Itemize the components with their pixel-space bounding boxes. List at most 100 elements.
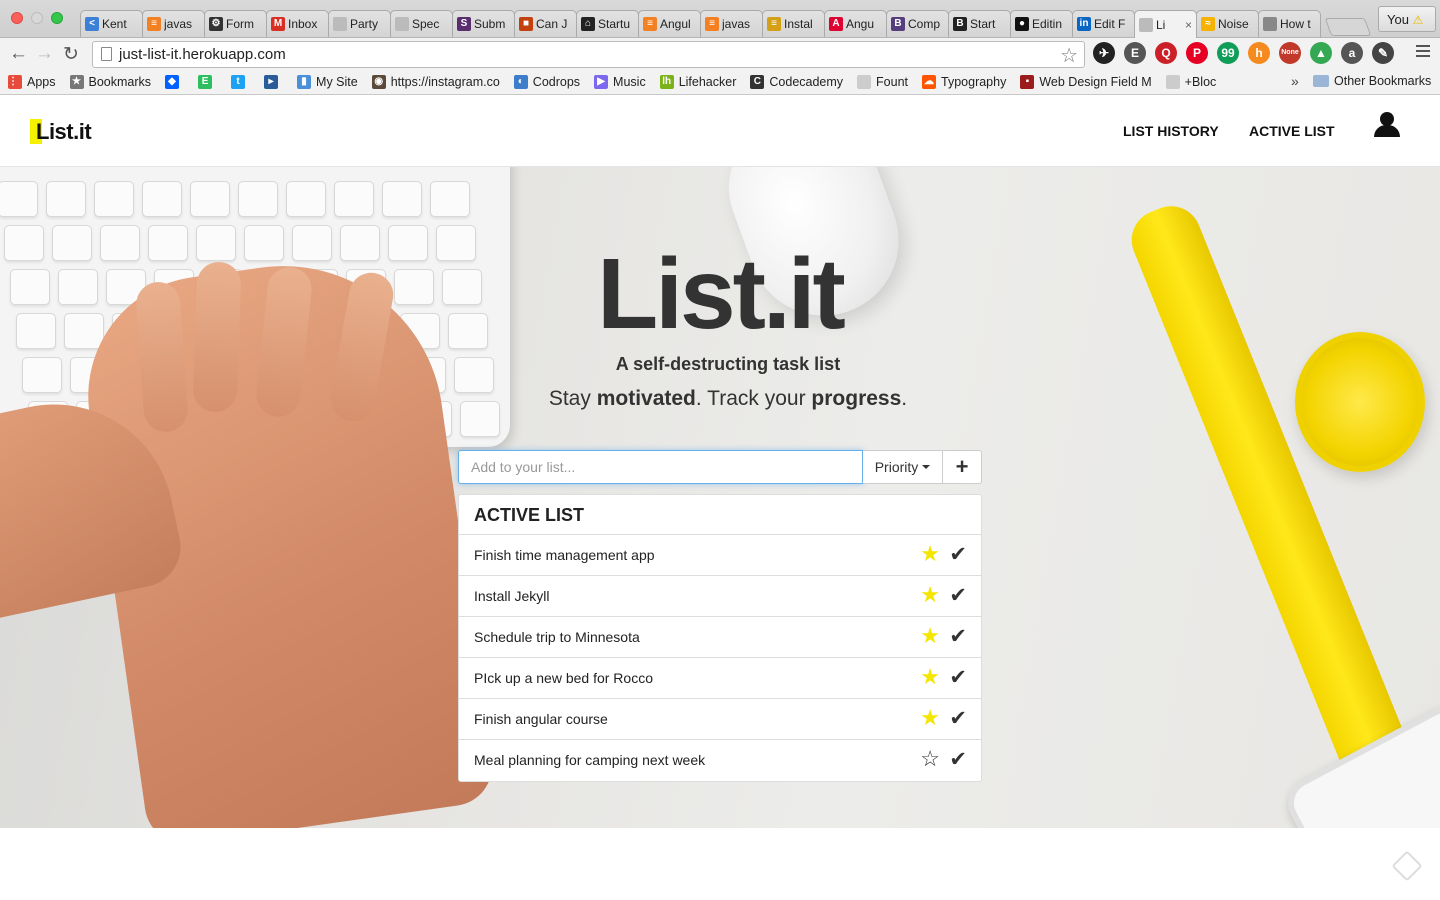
complete-check-icon[interactable]: ✔ (949, 667, 967, 689)
evernote-elephant-icon[interactable]: E (1124, 42, 1146, 64)
tab-item[interactable]: ≡ javas (700, 10, 763, 37)
priority-label: Priority (874, 459, 919, 475)
star-filled-icon[interactable]: ★ (920, 583, 940, 607)
bookmark-item[interactable]: ▮ My Site (297, 75, 358, 89)
codecademy-icon: C (750, 75, 765, 89)
warning-icon: ⚠ (1412, 13, 1424, 27)
minimize-window-button[interactable] (31, 12, 43, 24)
bootstrap-dark-icon: B (953, 17, 967, 31)
tab-item[interactable]: ⌂ Startu (576, 10, 639, 37)
tab-item[interactable]: B Start (948, 10, 1011, 37)
star-filled-icon[interactable]: ★ (920, 706, 940, 730)
tab-item[interactable]: ■ Can J (514, 10, 577, 37)
key (22, 357, 62, 393)
bookmark-item[interactable]: ▶ Music (594, 75, 646, 89)
bookmark-item[interactable]: ★ Bookmarks (69, 75, 152, 89)
google-drive-icon[interactable]: ▲ (1310, 42, 1332, 64)
hero: List.it A self-destructing task list Sta… (0, 167, 1440, 828)
tab-label: Angul (660, 17, 691, 31)
eyedropper-icon[interactable]: ✎ (1372, 42, 1394, 64)
dev-tool-icon[interactable]: None (1279, 42, 1301, 64)
tab-item[interactable]: < Kent (80, 10, 143, 37)
bookmark-item[interactable]: ◐ Codrops (513, 75, 580, 89)
user-icon[interactable] (1374, 112, 1400, 138)
priority-dropdown[interactable]: Priority (863, 450, 943, 484)
add-task-button[interactable]: + (943, 450, 982, 484)
complete-check-icon[interactable]: ✔ (949, 585, 967, 607)
close-window-button[interactable] (11, 12, 23, 24)
amazon-icon[interactable]: a (1341, 42, 1363, 64)
bookmark-item[interactable]: E (198, 75, 217, 89)
twitter-icon: t (231, 75, 246, 89)
tab-item[interactable]: in Edit F (1072, 10, 1135, 37)
bookmark-item[interactable]: ◆ (165, 75, 184, 89)
tag-icon (1391, 850, 1423, 882)
profile-button[interactable]: You ⚠ (1378, 6, 1436, 32)
tab-item[interactable]: ≡ Instal (762, 10, 825, 37)
bookmark-item[interactable]: ☁ Typography (922, 75, 1006, 89)
key (46, 181, 86, 217)
star-filled-icon[interactable]: ★ (920, 665, 940, 689)
bookmark-label: +Bloc (1184, 75, 1217, 89)
bookmark-item[interactable]: ▸ (264, 75, 283, 89)
new-tab-button[interactable] (1324, 18, 1372, 36)
tab-item[interactable]: M Inbox (266, 10, 329, 37)
star-filled-icon[interactable]: ★ (920, 624, 940, 648)
tab-active[interactable]: Li × (1134, 10, 1197, 38)
tab-item[interactable]: A Angu (824, 10, 887, 37)
menu-icon[interactable] (1416, 45, 1430, 60)
active-list-title: ACTIVE LIST (459, 495, 981, 535)
key (148, 225, 188, 261)
tab-item[interactable]: B Comp (886, 10, 949, 37)
add-task-input[interactable] (458, 450, 863, 484)
maximize-window-button[interactable] (51, 12, 63, 24)
bookmark-item[interactable]: Fount (857, 75, 908, 89)
pinterest-icon[interactable]: P (1186, 42, 1208, 64)
task-list: Finish time management app ★ ✔ Install Jeky… (459, 535, 981, 781)
star-filled-icon[interactable]: ★ (920, 542, 940, 566)
bookmark-item[interactable]: C Codecademy (750, 75, 843, 89)
extension-1-icon[interactable]: ✈ (1093, 42, 1115, 64)
close-tab-icon[interactable]: × (1185, 18, 1192, 32)
bookmark-item[interactable]: lh Lifehacker (659, 75, 736, 89)
lastpass-icon[interactable]: Q (1155, 42, 1177, 64)
nav-list-history[interactable]: LIST HISTORY (1123, 123, 1219, 139)
bookmark-item[interactable]: t (231, 75, 250, 89)
tab-item[interactable]: ≡ Angul (638, 10, 701, 37)
bookmark-label: Bookmarks (88, 75, 152, 89)
star-outline-icon[interactable]: ☆ (920, 747, 940, 771)
tab-item[interactable]: How t (1258, 10, 1321, 37)
bookmark-item[interactable]: ⋮⋮ Apps (8, 75, 56, 89)
complete-check-icon[interactable]: ✔ (949, 544, 967, 566)
honey-icon[interactable]: h (1248, 42, 1270, 64)
caniuse-icon: ■ (519, 17, 533, 31)
tab-label: Comp (908, 17, 941, 31)
site-navbar: List.it LIST HISTORY ACTIVE LIST (0, 95, 1440, 167)
back-icon[interactable]: ← (9, 43, 28, 65)
complete-check-icon[interactable]: ✔ (949, 626, 967, 648)
tab-item[interactable]: ⚙ Form (204, 10, 267, 37)
bookmark-label: https://instagram.co (390, 75, 500, 89)
site-logo[interactable]: List.it (30, 119, 92, 145)
bookmark-item[interactable]: +Bloc (1165, 75, 1217, 89)
hangouts-icon[interactable]: 99 (1217, 42, 1239, 64)
complete-check-icon[interactable]: ✔ (949, 749, 967, 771)
complete-check-icon[interactable]: ✔ (949, 708, 967, 730)
tab-item[interactable]: Party (328, 10, 391, 37)
tab-item[interactable]: ≡ javas (142, 10, 205, 37)
bookmark-item[interactable]: ◉ https://instagram.co (371, 75, 500, 89)
nav-active-list[interactable]: ACTIVE LIST (1249, 123, 1335, 139)
tab-item[interactable]: ≈ Noise (1196, 10, 1259, 37)
tab-item[interactable]: ● Editin (1010, 10, 1073, 37)
forward-icon[interactable]: → (35, 43, 54, 65)
task-text: PIck up a new bed for Rocco (474, 670, 653, 686)
bookmark-item[interactable]: ▪ Web Design Field M (1020, 75, 1152, 89)
tab-item[interactable]: S Subm (452, 10, 515, 37)
reload-icon[interactable]: ↻ (63, 43, 79, 66)
bookmark-star-icon[interactable]: ☆ (1060, 43, 1078, 68)
key (52, 225, 92, 261)
address-bar[interactable]: just-list-it.herokuapp.com ☆ (92, 41, 1085, 68)
finger-image (192, 261, 242, 413)
tab-item[interactable]: Spec (390, 10, 453, 37)
key (0, 181, 38, 217)
